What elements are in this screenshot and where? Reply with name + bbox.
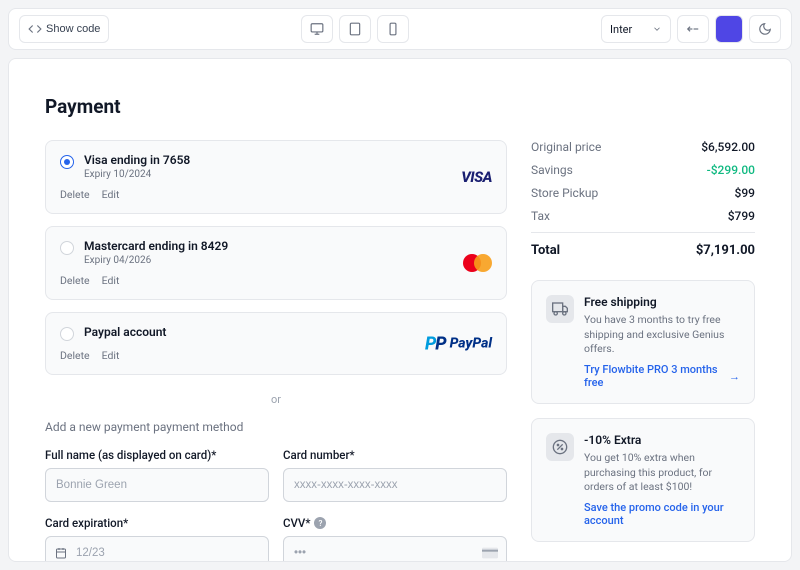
exp-label: Card expiration* (45, 516, 269, 530)
code-icon (28, 22, 42, 36)
add-new-heading: Add a new payment payment method (45, 420, 507, 434)
promo-2-link[interactable]: Save the promo code in your account (584, 501, 740, 527)
exp-input[interactable] (45, 536, 269, 562)
payment-method-mastercard: Mastercard ending in 8429 Expiry 04/2026… (45, 226, 507, 300)
order-summary: Original price$6,592.00 Savings-$299.00 … (531, 140, 755, 258)
percent-icon (546, 433, 574, 461)
calendar-icon (54, 547, 68, 559)
cardnum-label: Card number* (283, 448, 507, 462)
promo-free-shipping: Free shipping You have 3 months to try f… (531, 280, 755, 404)
sum-v-3: $799 (728, 209, 755, 223)
paypal-logo: PPPayPal (425, 333, 492, 354)
sum-v-0: $6,592.00 (701, 140, 755, 154)
delete-pp[interactable]: Delete (60, 349, 90, 362)
edit-visa[interactable]: Edit (102, 188, 120, 201)
cvv-input[interactable] (283, 536, 507, 562)
delete-mc[interactable]: Delete (60, 274, 90, 287)
show-code-label: Show code (46, 23, 100, 35)
radio-visa[interactable] (60, 155, 74, 169)
pm-visa-expiry: Expiry 10/2024 (84, 169, 190, 180)
rtl-icon (686, 22, 700, 36)
visa-logo: VISA (461, 168, 492, 186)
rtl-toggle-button[interactable] (677, 15, 709, 43)
mobile-icon (386, 22, 400, 36)
radio-mastercard[interactable] (60, 241, 74, 255)
chevron-down-icon (652, 24, 662, 34)
font-select[interactable]: Inter (601, 15, 671, 43)
tablet-icon (348, 22, 362, 36)
edit-mc[interactable]: Edit (102, 274, 120, 287)
promo-1-link[interactable]: Try Flowbite PRO 3 months free→ (584, 363, 740, 389)
sum-total-v: $7,191.00 (696, 243, 755, 258)
or-divider: or (45, 393, 507, 406)
sum-v-1: -$299.00 (707, 163, 755, 177)
top-toolbar: Show code Inter (8, 8, 792, 50)
promo-2-desc: You get 10% extra when purchasing this p… (584, 451, 740, 495)
dark-mode-button[interactable] (749, 15, 781, 43)
help-icon[interactable]: ? (314, 517, 326, 529)
mobile-preview-button[interactable] (377, 15, 409, 43)
sum-v-2: $99 (735, 186, 755, 200)
radio-paypal[interactable] (60, 327, 74, 341)
show-code-button[interactable]: Show code (19, 15, 109, 43)
delete-visa[interactable]: Delete (60, 188, 90, 201)
card-icon (482, 548, 498, 559)
fullname-label: Full name (as displayed on card)* (45, 448, 269, 462)
payment-method-visa: Visa ending in 7658 Expiry 10/2024 Delet… (45, 140, 507, 214)
fullname-input[interactable] (45, 468, 269, 502)
tablet-preview-button[interactable] (339, 15, 371, 43)
promo-2-title: -10% Extra (584, 433, 740, 447)
toggle-button[interactable] (715, 15, 743, 43)
moon-icon (758, 22, 772, 36)
arrow-right-icon: → (729, 370, 740, 383)
truck-icon (546, 295, 574, 323)
promo-1-title: Free shipping (584, 295, 740, 309)
mastercard-logo (463, 254, 492, 272)
cvv-label: CVV*? (283, 516, 507, 530)
font-select-value: Inter (610, 23, 632, 36)
sum-k-0: Original price (531, 140, 601, 154)
sum-total-k: Total (531, 243, 560, 258)
pm-mc-title: Mastercard ending in 8429 (84, 239, 228, 253)
promo-1-desc: You have 3 months to try free shipping a… (584, 313, 740, 357)
page-title: Payment (45, 95, 755, 118)
pm-visa-title: Visa ending in 7658 (84, 153, 190, 167)
desktop-icon (310, 22, 324, 36)
promo-10-extra: -10% Extra You get 10% extra when purcha… (531, 418, 755, 542)
sum-k-2: Store Pickup (531, 186, 598, 200)
pm-mc-expiry: Expiry 04/2026 (84, 255, 228, 266)
payment-method-paypal: Paypal account Delete Edit PPPayPal (45, 312, 507, 375)
pm-pp-title: Paypal account (84, 325, 166, 339)
edit-pp[interactable]: Edit (102, 349, 120, 362)
cardnum-input[interactable] (283, 468, 507, 502)
sum-k-3: Tax (531, 209, 550, 223)
desktop-preview-button[interactable] (301, 15, 333, 43)
sum-k-1: Savings (531, 163, 573, 177)
